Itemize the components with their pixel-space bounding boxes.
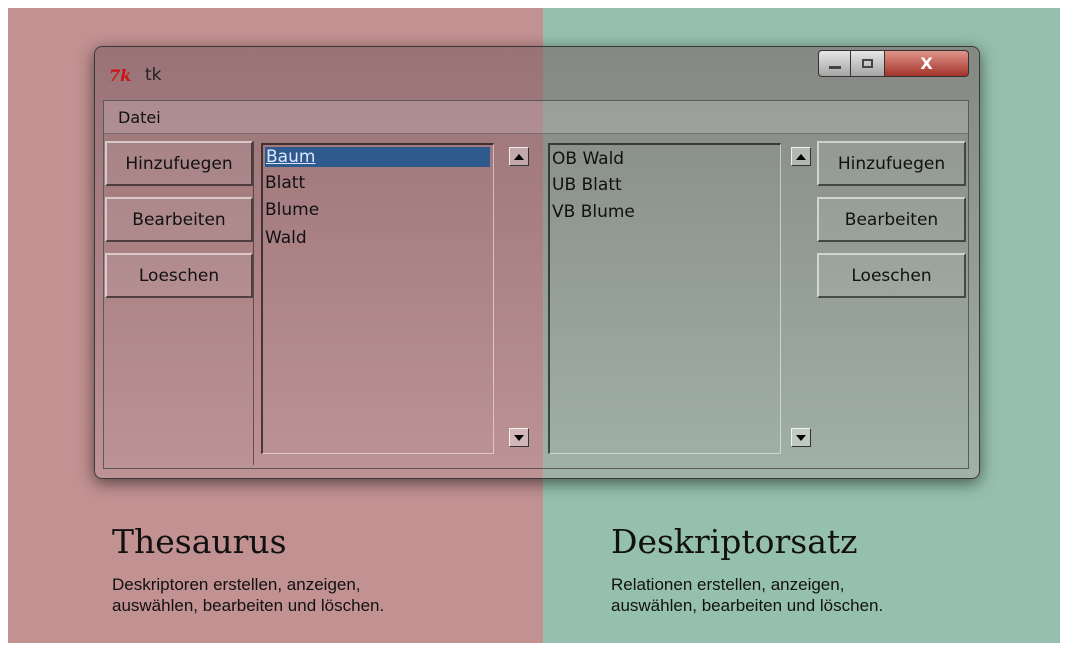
scroll-down-arrow-icon (514, 434, 524, 441)
menu-bar: Datei (104, 101, 968, 134)
window-controls: X (818, 50, 969, 79)
thesaurus-heading: Thesaurus (112, 522, 287, 561)
scroll-down-arrow-icon (796, 434, 806, 441)
window-client-area: Datei Hinzufuegen Bearbeiten Loeschen Ba… (103, 100, 969, 469)
scroll-up-arrow-icon (514, 153, 524, 160)
deskriptorsatz-description-line: Relationen erstellen, anzeigen, (611, 575, 845, 594)
thesaurus-add-label: Hinzufuegen (125, 153, 233, 174)
deskriptorsatz-description-line: auswählen, bearbeiten und löschen. (611, 596, 884, 615)
close-icon: X (920, 54, 933, 73)
list-item[interactable]: OB Wald (552, 149, 624, 169)
list-item[interactable]: UB Blatt (552, 175, 622, 195)
list-item[interactable]: Wald (265, 228, 307, 248)
thesaurus-description-line: Deskriptoren erstellen, anzeigen, (112, 575, 361, 594)
deskriptorsatz-delete-label: Loeschen (851, 265, 932, 286)
deskriptorsatz-edit-label: Bearbeiten (844, 209, 939, 230)
thesaurus-scroll-up-button[interactable] (509, 147, 529, 166)
thesaurus-listbox[interactable]: Baum Blatt Blume Wald (261, 143, 494, 454)
minimize-button[interactable] (818, 50, 851, 77)
deskriptorsatz-heading: Deskriptorsatz (611, 522, 858, 561)
deskriptorsatz-delete-button[interactable]: Loeschen (817, 253, 966, 298)
thesaurus-scroll-down-button[interactable] (509, 428, 529, 447)
thesaurus-button-column: Hinzufuegen Bearbeiten Loeschen (104, 141, 254, 465)
thesaurus-add-button[interactable]: Hinzufuegen (105, 141, 253, 186)
thesaurus-delete-label: Loeschen (138, 265, 220, 286)
list-item[interactable]: Blatt (265, 173, 305, 193)
deskriptorsatz-add-button[interactable]: Hinzufuegen (817, 141, 966, 186)
list-item[interactable]: Baum (265, 147, 490, 167)
deskriptorsatz-scroll-up-button[interactable] (791, 147, 811, 166)
window-title: tk (145, 65, 162, 85)
minimize-icon (828, 66, 841, 69)
thesaurus-description: Deskriptoren erstellen, anzeigen, auswäh… (112, 574, 532, 616)
list-item[interactable]: Blume (265, 200, 319, 220)
scroll-up-arrow-icon (796, 153, 806, 160)
close-button[interactable]: X (885, 50, 969, 77)
deskriptorsatz-scroll-down-button[interactable] (791, 428, 811, 447)
maximize-icon (862, 59, 873, 68)
list-item[interactable]: VB Blume (552, 202, 635, 222)
tk-feather-icon: 7k (109, 66, 132, 85)
deskriptorsatz-edit-button[interactable]: Bearbeiten (817, 197, 966, 242)
title-bar[interactable]: 7k tk X (95, 47, 979, 99)
thesaurus-delete-button[interactable]: Loeschen (105, 253, 253, 298)
deskriptorsatz-listbox[interactable]: OB Wald UB Blatt VB Blume (548, 143, 781, 454)
thesaurus-edit-button[interactable]: Bearbeiten (105, 197, 253, 242)
deskriptorsatz-description: Relationen erstellen, anzeigen, auswähle… (611, 574, 1031, 616)
thesaurus-description-line: auswählen, bearbeiten und löschen. (112, 596, 385, 615)
deskriptorsatz-add-label: Hinzufuegen (837, 153, 946, 174)
tk-window: 7k tk X Datei Hinzufuegen Bearbeiten Loe… (94, 46, 980, 479)
maximize-button[interactable] (851, 50, 885, 77)
thesaurus-edit-label: Bearbeiten (132, 209, 226, 230)
menu-item-datei[interactable]: Datei (118, 108, 161, 127)
